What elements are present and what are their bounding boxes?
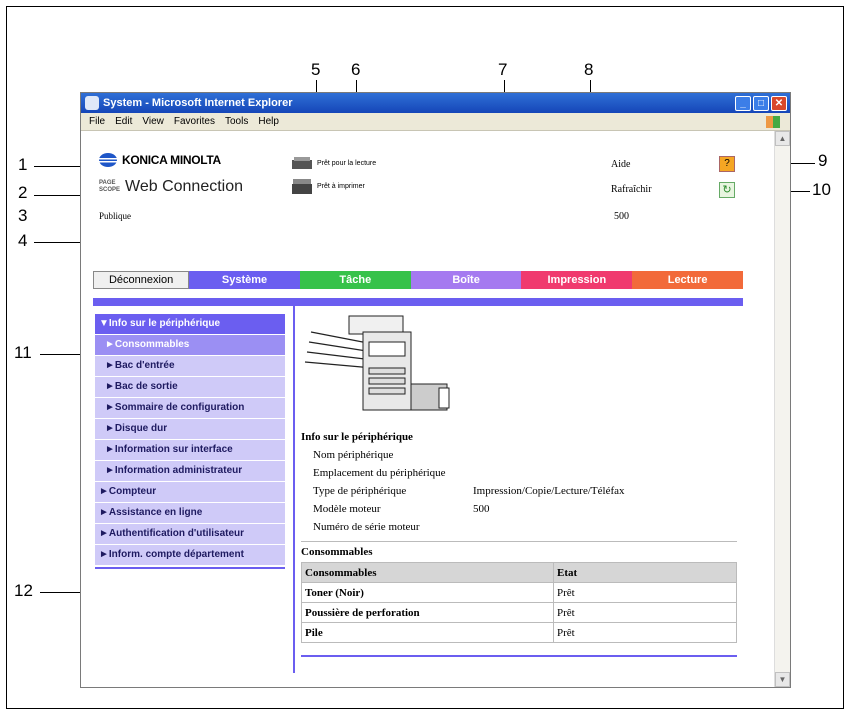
table-row: Toner (Noir) Prêt — [301, 582, 737, 603]
bottom-rule — [301, 655, 737, 657]
callout-12: 12 — [14, 581, 33, 600]
tab-underline — [93, 298, 743, 306]
sidebar-item-output-tray[interactable]: ►Bac de sortie — [95, 377, 285, 398]
table-row: Pile Prêt — [301, 622, 737, 643]
section-divider — [301, 541, 737, 542]
sidebar-bottom-rule — [95, 567, 285, 569]
globe-icon — [99, 153, 117, 167]
sidebar-item-consumables[interactable]: ►Consommables — [95, 335, 285, 356]
device-info-title: Info sur le périphérique — [301, 431, 413, 443]
callout-1: 1 — [18, 155, 28, 174]
sidebar-item-input-tray[interactable]: ►Bac d'entrée — [95, 356, 285, 377]
table-header-row: Consommables Etat — [301, 562, 737, 583]
callout-5: 5 — [311, 60, 321, 79]
main-panel: Info sur le périphérique Nom périphériqu… — [293, 306, 743, 657]
device-info-row: Type de périphérique Impression/Copie/Lec… — [313, 485, 625, 497]
table-row: Poussière de perforation Prêt — [301, 602, 737, 623]
menu-file[interactable]: File — [89, 116, 105, 127]
mfp-device-icon — [304, 315, 450, 411]
callout-8: 8 — [584, 60, 594, 79]
consumables-title: Consommables — [301, 546, 373, 558]
window-title: System - Microsoft Internet Explorer — [103, 97, 293, 109]
printer-icon — [292, 179, 312, 194]
pagescope-mark: PAGE SCOPE — [99, 180, 121, 193]
callout-11: 11 — [14, 343, 32, 362]
pagescope-logo: PAGE SCOPE Web Connection — [99, 178, 243, 196]
user-mode: Publique — [99, 211, 132, 221]
product-name: Web Connection — [125, 178, 244, 195]
callout-10: 10 — [812, 180, 831, 199]
sidebar: ▼Info sur le périphérique ►Consommables … — [95, 314, 285, 566]
browser-window: System - Microsoft Internet Explorer _ □… — [80, 92, 791, 688]
help-label: Aide — [611, 159, 631, 170]
callout-3: 3 — [18, 206, 28, 225]
callout-2: 2 — [18, 183, 28, 202]
sidebar-item-counter[interactable]: ►Compteur — [95, 482, 285, 503]
sidebar-item-account-track[interactable]: ►Inform. compte département — [95, 545, 285, 566]
refresh-label: Rafraîchir — [611, 184, 652, 195]
menu-help[interactable]: Help — [258, 116, 279, 127]
device-info-row: Nom périphérique — [313, 449, 394, 461]
print-status: Prêt à imprimer — [291, 177, 365, 195]
vertical-scrollbar[interactable]: ▲ ▼ — [774, 131, 790, 687]
menu-favorites[interactable]: Favorites — [174, 116, 215, 127]
callout-6: 6 — [351, 60, 361, 79]
callout-9: 9 — [818, 151, 828, 170]
sidebar-item-user-auth[interactable]: ►Authentification d'utilisateur — [95, 524, 285, 545]
brand-name: KONICA MINOLTA — [122, 153, 221, 167]
maximize-button[interactable]: □ — [753, 95, 769, 111]
title-bar: System - Microsoft Internet Explorer _ □… — [81, 93, 790, 113]
scroll-down-icon[interactable]: ▼ — [775, 672, 790, 687]
sidebar-item-config-summary[interactable]: ►Sommaire de configuration — [95, 398, 285, 419]
scan-status: Prêt pour la lecture — [291, 155, 376, 171]
refresh-icon: ↻ — [722, 184, 732, 196]
konica-minolta-logo: KONICA MINOLTA — [99, 153, 221, 167]
device-info-row: Emplacement du périphérique — [313, 467, 446, 479]
help-icon: ? — [724, 158, 730, 169]
tab-print[interactable]: Impression — [521, 271, 633, 289]
logout-button[interactable]: Déconnexion — [93, 271, 190, 289]
windows-flag-icon — [766, 115, 780, 128]
tab-box[interactable]: Boîte — [410, 271, 522, 289]
callout-7: 7 — [498, 60, 508, 79]
help-button[interactable]: ? — [719, 156, 735, 172]
minimize-button[interactable]: _ — [735, 95, 751, 111]
refresh-button[interactable]: ↻ — [719, 182, 735, 198]
menu-edit[interactable]: Edit — [115, 116, 132, 127]
device-info-table: Nom périphérique Emplacement du périphér… — [307, 445, 631, 537]
model-number: 500 — [614, 211, 629, 222]
menu-view[interactable]: View — [142, 116, 164, 127]
callout-4: 4 — [18, 231, 28, 250]
menu-tools[interactable]: Tools — [225, 116, 248, 127]
ie-icon — [85, 96, 99, 110]
sidebar-item-online-assistance[interactable]: ►Assistance en ligne — [95, 503, 285, 524]
device-info-row: Modèle moteur 500 — [313, 503, 490, 515]
close-button[interactable]: ✕ — [771, 95, 787, 111]
tab-scan[interactable]: Lecture — [632, 271, 743, 289]
menu-bar: File Edit View Favorites Tools Help — [81, 113, 790, 131]
scroll-up-icon[interactable]: ▲ — [775, 131, 790, 146]
tab-job[interactable]: Tâche — [299, 271, 411, 289]
tab-system[interactable]: Système — [189, 271, 300, 289]
consumables-table: Consommables Etat Toner (Noir) Prêt Poussi… — [301, 562, 737, 643]
sidebar-item-device-info[interactable]: ▼Info sur le périphérique — [95, 314, 285, 335]
sidebar-item-interface-info[interactable]: ►Information sur interface — [95, 440, 285, 461]
sidebar-item-hard-disk[interactable]: ►Disque dur — [95, 419, 285, 440]
scanner-icon — [292, 157, 312, 169]
device-info-row: Numéro de série moteur — [313, 521, 420, 533]
page-content: KONICA MINOLTA PAGE SCOPE Web Connection … — [81, 131, 775, 687]
tab-bar: Déconnexion Système Tâche Boîte Impressi… — [93, 271, 743, 289]
sidebar-item-admin-info[interactable]: ►Information administrateur — [95, 461, 285, 482]
